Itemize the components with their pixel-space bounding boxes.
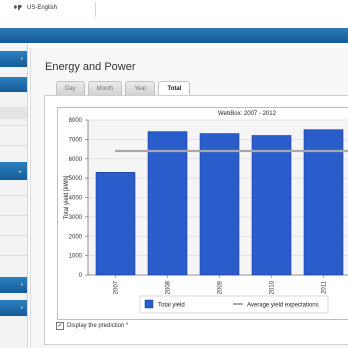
bar-chart: 0 1000 2000 3000 4000 5000 6000 7000 8000 Total y… bbox=[64, 118, 348, 314]
bar-2009 bbox=[199, 133, 240, 276]
legend-swatch-total-yield bbox=[144, 299, 154, 309]
y-tick-label: 5000 bbox=[69, 176, 83, 182]
y-tick-label: 7000 bbox=[69, 137, 83, 143]
bar-2007 bbox=[95, 172, 136, 276]
x-tick-label: 2008 bbox=[166, 280, 172, 294]
y-tick-label: 0 bbox=[79, 273, 83, 279]
y-tick-label: 2000 bbox=[69, 234, 83, 240]
y-tick-label: 4000 bbox=[69, 196, 83, 202]
x-tick-label: 2007 bbox=[114, 280, 120, 294]
legend-label-total-yield: Total yield bbox=[158, 303, 185, 309]
prediction-option: ✓ Display the prediction * bbox=[56, 322, 128, 330]
x-tick-label: 2011 bbox=[322, 280, 328, 294]
legend-label-average: Average yield expectations bbox=[247, 303, 319, 309]
bar-2010 bbox=[251, 135, 292, 276]
y-tick-label: 1000 bbox=[69, 254, 83, 260]
x-tick-label: 2009 bbox=[218, 280, 224, 294]
y-tick-label: 6000 bbox=[69, 157, 83, 163]
y-tick-label: 3000 bbox=[69, 215, 83, 221]
y-axis-label: Total yield [kWh] bbox=[64, 175, 70, 219]
prediction-checkbox[interactable]: ✓ bbox=[56, 322, 64, 330]
y-tick-label: 8000 bbox=[69, 118, 83, 124]
bar-2008 bbox=[147, 131, 188, 276]
x-tick-label: 2010 bbox=[270, 280, 276, 294]
prediction-label: Display the prediction * bbox=[67, 323, 129, 329]
